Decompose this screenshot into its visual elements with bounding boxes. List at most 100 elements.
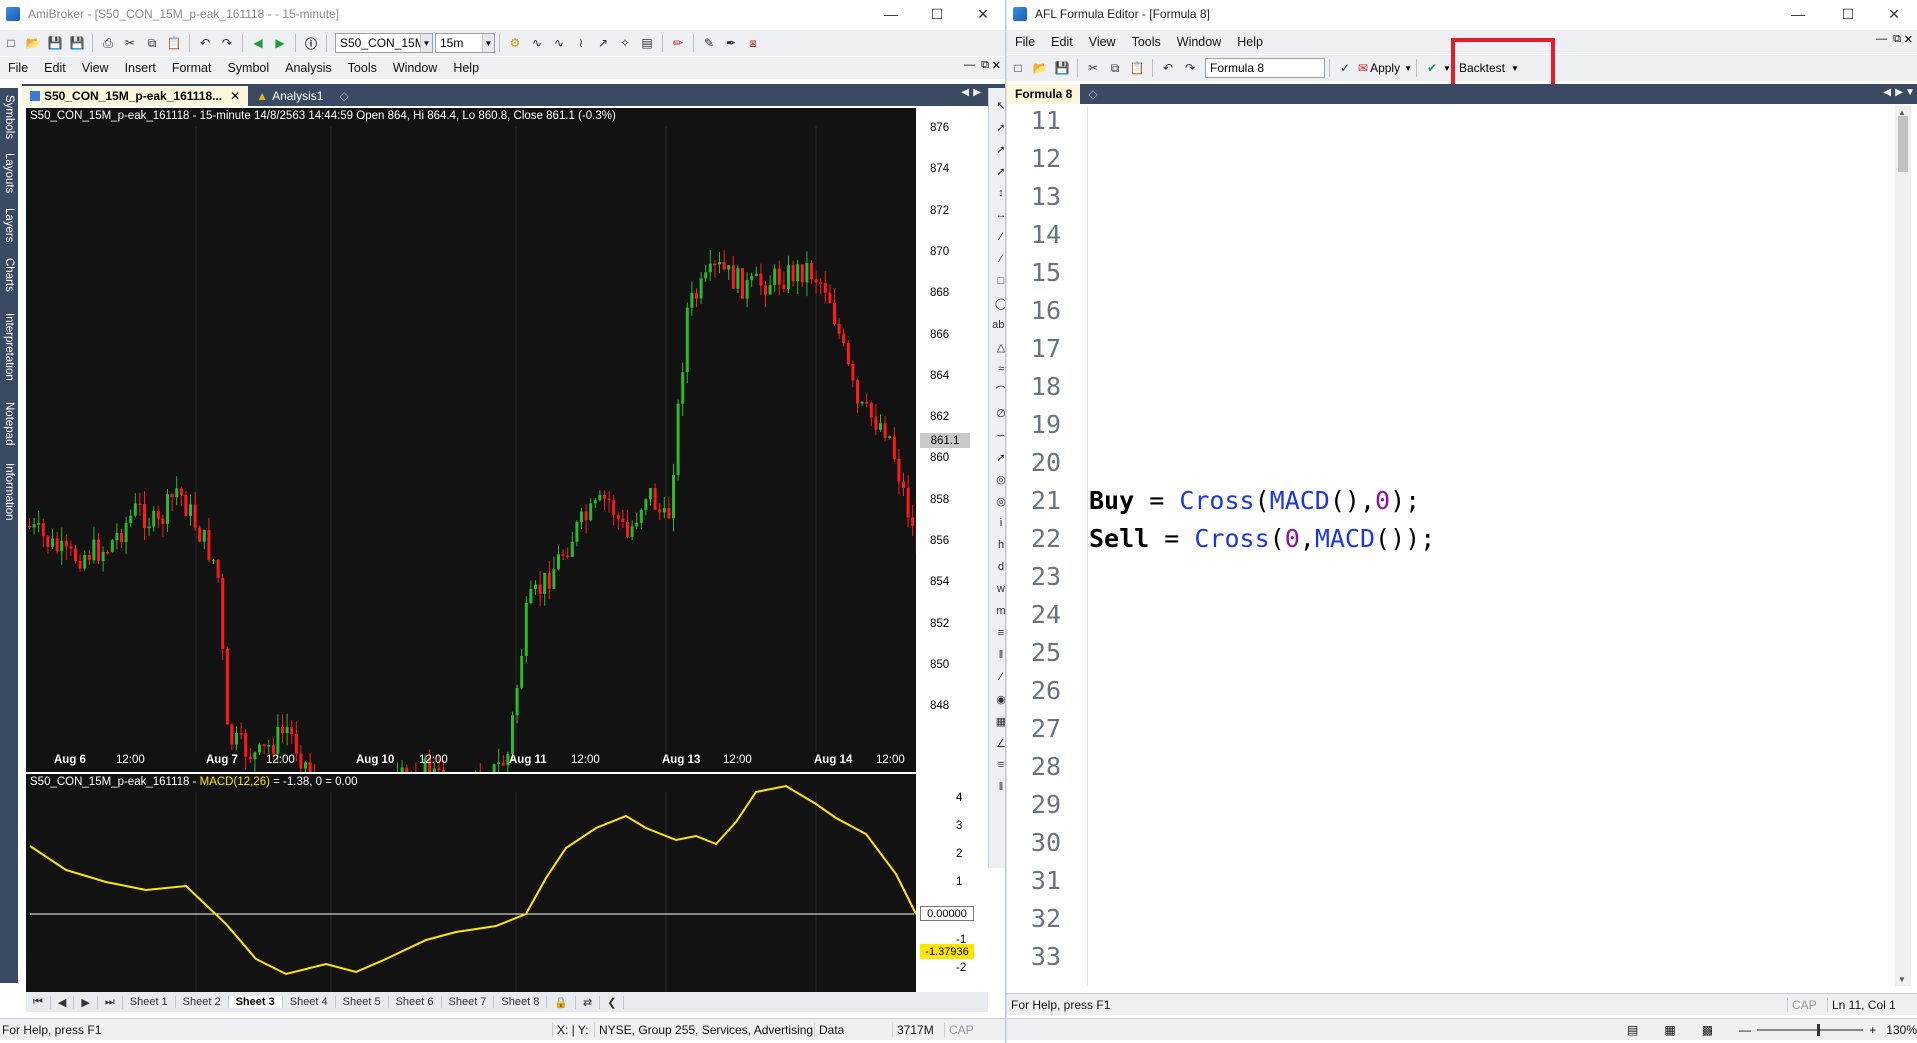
formula-name-field[interactable]: Formula 8 [1205, 58, 1325, 78]
view-normal-icon[interactable]: ▤ [1627, 1023, 1638, 1037]
tab-scroll-left-icon[interactable]: ◀ [961, 87, 969, 98]
channel-icon[interactable]: ‖ [992, 778, 1005, 796]
side-tab-symbols[interactable]: Symbols [0, 90, 18, 144]
code-editor[interactable]: 11 12 13 14 15 16 17 18 19 20 21 22 23 24 25 26 27 28 29 30… [1007, 106, 1895, 986]
sheet-tab-8[interactable]: Sheet 8 [494, 996, 548, 1008]
afl-undo-icon[interactable]: ↶ [1159, 59, 1177, 77]
menu-window[interactable]: Window [385, 61, 445, 75]
side-tab-layers[interactable]: Layers [0, 202, 18, 248]
text-icon[interactable]: abc [992, 316, 1005, 334]
symbol-combo[interactable]: S50_CON_15M ▼ [335, 33, 433, 53]
last-sheet-icon[interactable]: ⏭ [98, 995, 123, 1009]
afl-save-icon[interactable]: 💾 [1053, 59, 1071, 77]
backtest-icon[interactable]: ✔ [1423, 59, 1441, 77]
afl-menu-file[interactable]: File [1007, 35, 1043, 49]
ellipse-icon[interactable]: ◯ [992, 294, 1005, 312]
minimize-button[interactable]: — [868, 0, 914, 28]
macd-chart-pane[interactable]: S50_CON_15M_p-eak_161118 - MACD(12,26) =… [26, 774, 916, 992]
print-icon[interactable]: ⎙ [99, 34, 117, 52]
sheet-tab-5[interactable]: Sheet 5 [336, 996, 389, 1008]
tab-analysis[interactable]: ▲ Analysis1 [248, 86, 331, 106]
target-icon[interactable]: ✧ [616, 34, 634, 52]
wave-icon[interactable]: ≈ [992, 360, 1005, 378]
maximize-button[interactable]: ☐ [914, 0, 960, 28]
afl-mdi-close-icon[interactable]: ✕ [1904, 33, 1913, 46]
line-chart-icon[interactable]: ∿ [528, 34, 546, 52]
cycle-icon[interactable]: ‖ [992, 646, 1005, 664]
ray-icon[interactable]: ➚ [992, 140, 1005, 158]
open-icon[interactable]: 📂 [24, 34, 42, 52]
candlestick-icon[interactable]: ⚙ [506, 34, 524, 52]
menu-format[interactable]: Format [164, 61, 220, 75]
angle-icon[interactable]: ∠ [992, 734, 1005, 752]
fan-icon[interactable]: ∕ [992, 250, 1005, 268]
tab-chart[interactable]: S50_CON_15M_p-eak_161118... ✕ [22, 86, 249, 106]
magnet-icon[interactable]: ⧆ [744, 34, 762, 52]
sheet-tab-3[interactable]: Sheet 3 [228, 996, 283, 1008]
afl-menu-help[interactable]: Help [1229, 35, 1271, 49]
pencil-icon[interactable]: ✎ [700, 34, 718, 52]
trend-icon[interactable]: ◎ [992, 492, 1005, 510]
scroll-left-icon[interactable]: ❮ [600, 995, 625, 1009]
editor-vertical-scrollbar[interactable]: ▲ ▼ [1895, 106, 1911, 986]
arc-icon[interactable]: ⌒ [992, 382, 1006, 400]
afl-copy-icon[interactable]: ⧉ [1106, 59, 1124, 77]
undo-icon[interactable]: ↶ [196, 34, 214, 52]
menu-help[interactable]: Help [445, 61, 487, 75]
sheet-tab-7[interactable]: Sheet 7 [442, 996, 495, 1008]
andrews-icon[interactable]: ∅ [992, 404, 1005, 422]
vertical-line-icon[interactable]: ↕ [992, 184, 1005, 202]
sync-icon[interactable]: ⇄ [576, 995, 601, 1009]
export-icon[interactable]: ▤ [638, 34, 656, 52]
zoom-out-icon[interactable]: — [1739, 1023, 1751, 1037]
tab-scroll-right-icon[interactable]: ▶ [973, 87, 981, 98]
parallel-icon[interactable]: ∕ [992, 228, 1005, 246]
menu-edit[interactable]: Edit [36, 61, 74, 75]
sheet-tab-1[interactable]: Sheet 1 [123, 996, 176, 1008]
menu-insert[interactable]: Insert [117, 61, 164, 75]
afl-menu-tools[interactable]: Tools [1124, 35, 1169, 49]
new-icon[interactable]: □ [2, 34, 20, 52]
side-tab-layouts[interactable]: Layouts [0, 148, 18, 198]
save-all-icon[interactable]: 💾 [68, 34, 86, 52]
afl-paste-icon[interactable]: 📋 [1128, 59, 1146, 77]
view-layout-icon[interactable]: ▦ [1664, 1023, 1675, 1037]
lock-icon[interactable]: 🔒 [547, 995, 577, 1009]
interval-h-icon[interactable]: h [992, 536, 1005, 554]
afl-tab-formula[interactable]: Formula 8 [1007, 84, 1081, 104]
first-sheet-icon[interactable]: ⏮ [26, 995, 51, 1009]
scroll-down-icon[interactable]: ▼ [1898, 975, 1906, 984]
afl-maximize-button[interactable]: ☐ [1825, 0, 1871, 28]
trend-icon[interactable]: ↗ [594, 34, 612, 52]
scroll-thumb[interactable] [1898, 116, 1908, 172]
new-tab-button[interactable]: ◇ [331, 86, 356, 106]
horizontal-line-icon[interactable]: ↔ [992, 206, 1006, 224]
afl-menu-edit[interactable]: Edit [1043, 35, 1081, 49]
mdi-minimize-icon[interactable]: — [964, 59, 975, 71]
retracement-icon[interactable]: ≡ [992, 756, 1005, 774]
menu-symbol[interactable]: Symbol [219, 61, 277, 75]
side-tab-information[interactable]: Information [0, 456, 18, 528]
sheet-tab-4[interactable]: Sheet 4 [283, 996, 336, 1008]
extended-line-icon[interactable]: ➚ [992, 162, 1005, 180]
code-line-sell[interactable]: Sell = Cross(0,MACD()); [1089, 524, 1435, 553]
view-preview-icon[interactable]: ▩ [1702, 1023, 1713, 1037]
zoom-slider[interactable] [1757, 1023, 1864, 1036]
arc-fib-icon[interactable]: ◉ [992, 690, 1005, 708]
chevron-down-icon[interactable]: ▼ [420, 34, 432, 52]
prev-sheet-icon[interactable]: ◀ [51, 995, 75, 1009]
sheet-tab-2[interactable]: Sheet 2 [176, 996, 229, 1008]
price-chart-pane[interactable]: S50_CON_15M_p-eak_161118 - 15-minute 14/… [26, 108, 916, 772]
interval-d-icon[interactable]: d [992, 558, 1005, 576]
afl-menu-window[interactable]: Window [1169, 35, 1229, 49]
syntax-check-icon[interactable]: ✓ [1336, 59, 1354, 77]
point-figure-icon[interactable]: ≀ [572, 34, 590, 52]
sheet-tab-6[interactable]: Sheet 6 [389, 996, 442, 1008]
zoom-in-icon[interactable]: + [1869, 1023, 1876, 1037]
chevron-down-icon[interactable]: ▼ [1404, 64, 1412, 73]
menu-file[interactable]: File [0, 61, 36, 75]
grid-icon[interactable]: ▦ [992, 712, 1005, 730]
amibroker-titlebar[interactable]: AmiBroker - [S50_CON_15M_p-eak_161118 - … [0, 0, 1005, 28]
afl-cut-icon[interactable]: ✂ [1084, 59, 1102, 77]
afl-new-icon[interactable]: □ [1009, 59, 1027, 77]
